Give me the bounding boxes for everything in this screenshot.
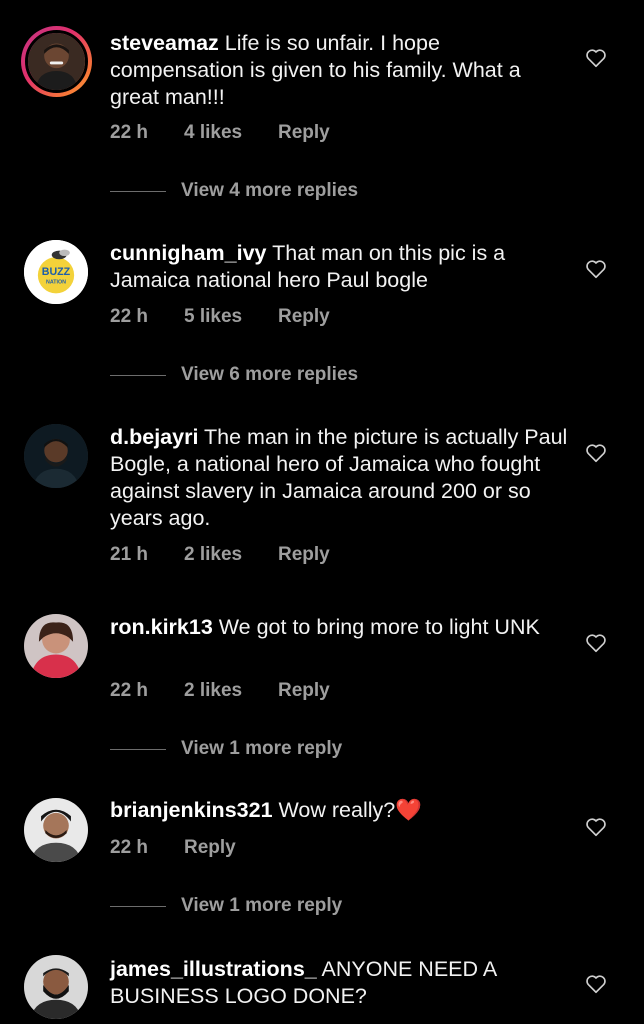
heart-outline-icon[interactable] <box>585 816 607 838</box>
comment-likes[interactable]: 5 likes <box>184 306 278 328</box>
reply-button[interactable]: Reply <box>278 122 330 144</box>
avatar-photo <box>24 798 88 862</box>
comment-username[interactable]: cunnigham_ivy <box>110 241 267 265</box>
avatar-photo <box>24 955 88 1019</box>
view-replies-button[interactable]: View 4 more replies <box>110 180 358 202</box>
view-replies-label: View 6 more replies <box>181 364 359 385</box>
view-replies-label: View 4 more replies <box>181 180 359 201</box>
divider-line <box>110 905 166 907</box>
heart-outline-icon[interactable] <box>585 258 607 280</box>
avatar[interactable] <box>24 798 88 862</box>
avatar[interactable] <box>24 955 88 1019</box>
comment-text: d.bejayri The man in the picture is actu… <box>110 424 570 532</box>
svg-text:NATION: NATION <box>46 280 66 286</box>
comment-likes[interactable]: 2 likes <box>184 680 278 702</box>
view-replies-label: View 1 more reply <box>181 738 343 759</box>
heart-outline-icon[interactable] <box>585 632 607 654</box>
comment-meta: 22 h 5 likes Reply <box>110 306 330 328</box>
comment-time: 22 h <box>110 122 149 143</box>
divider-line <box>110 190 166 192</box>
comment-body: We got to bring more to light UNK <box>218 615 540 639</box>
reply-button[interactable]: Reply <box>278 680 330 702</box>
avatar-photo <box>28 33 85 90</box>
comment-meta: 22 h 2 likes Reply <box>110 680 330 702</box>
view-replies-label: View 1 more reply <box>181 895 343 916</box>
comment-likes[interactable]: 4 likes <box>184 122 278 144</box>
divider-line <box>110 374 166 376</box>
reply-button[interactable]: Reply <box>278 306 330 328</box>
comment-username[interactable]: steveamaz <box>110 31 219 55</box>
comment-time: 22 h <box>110 306 149 327</box>
reply-button[interactable]: Reply <box>184 837 236 859</box>
comment-time: 21 h <box>110 544 149 565</box>
avatar[interactable] <box>21 26 92 97</box>
view-replies-button[interactable]: View 6 more replies <box>110 364 358 386</box>
comment-text: cunnigham_ivy That man on this pic is a … <box>110 240 570 294</box>
avatar[interactable]: BUZZ NATION <box>24 240 88 304</box>
avatar-logo: BUZZ NATION <box>24 240 88 304</box>
divider-line <box>110 748 166 750</box>
view-replies-button[interactable]: View 1 more reply <box>110 738 342 760</box>
comment-text: ron.kirk13 We got to bring more to light… <box>110 614 570 641</box>
comment-time: 22 h <box>110 837 149 858</box>
comment-body: Wow really? <box>278 798 396 822</box>
heart-outline-icon[interactable] <box>585 47 607 69</box>
heart-outline-icon[interactable] <box>585 973 607 995</box>
comment-time: 22 h <box>110 680 149 701</box>
heart-emoji-icon: ❤️ <box>395 798 422 822</box>
comment-text: james_illustrations_ ANYONE NEED A BUSIN… <box>110 956 570 1010</box>
comment-meta: 22 h 4 likes Reply <box>110 122 330 144</box>
avatar[interactable] <box>24 614 88 678</box>
comment-likes[interactable]: 2 likes <box>184 544 278 566</box>
heart-outline-icon[interactable] <box>585 442 607 464</box>
avatar-photo <box>24 614 88 678</box>
comment-username[interactable]: ron.kirk13 <box>110 615 213 639</box>
view-replies-button[interactable]: View 1 more reply <box>110 895 342 917</box>
comment-text: steveamaz Life is so unfair. I hope comp… <box>110 30 570 111</box>
comment-meta: 21 h 2 likes Reply <box>110 544 330 566</box>
avatar-photo <box>24 424 88 488</box>
reply-button[interactable]: Reply <box>278 544 330 566</box>
comment-username[interactable]: james_illustrations_ <box>110 957 317 981</box>
comment-username[interactable]: d.bejayri <box>110 425 198 449</box>
comment-username[interactable]: brianjenkins321 <box>110 798 273 822</box>
avatar[interactable] <box>24 424 88 488</box>
comment-text: brianjenkins321 Wow really?❤️ <box>110 797 570 824</box>
comment-meta: 22 h Reply <box>110 837 236 859</box>
svg-text:BUZZ: BUZZ <box>42 266 71 278</box>
